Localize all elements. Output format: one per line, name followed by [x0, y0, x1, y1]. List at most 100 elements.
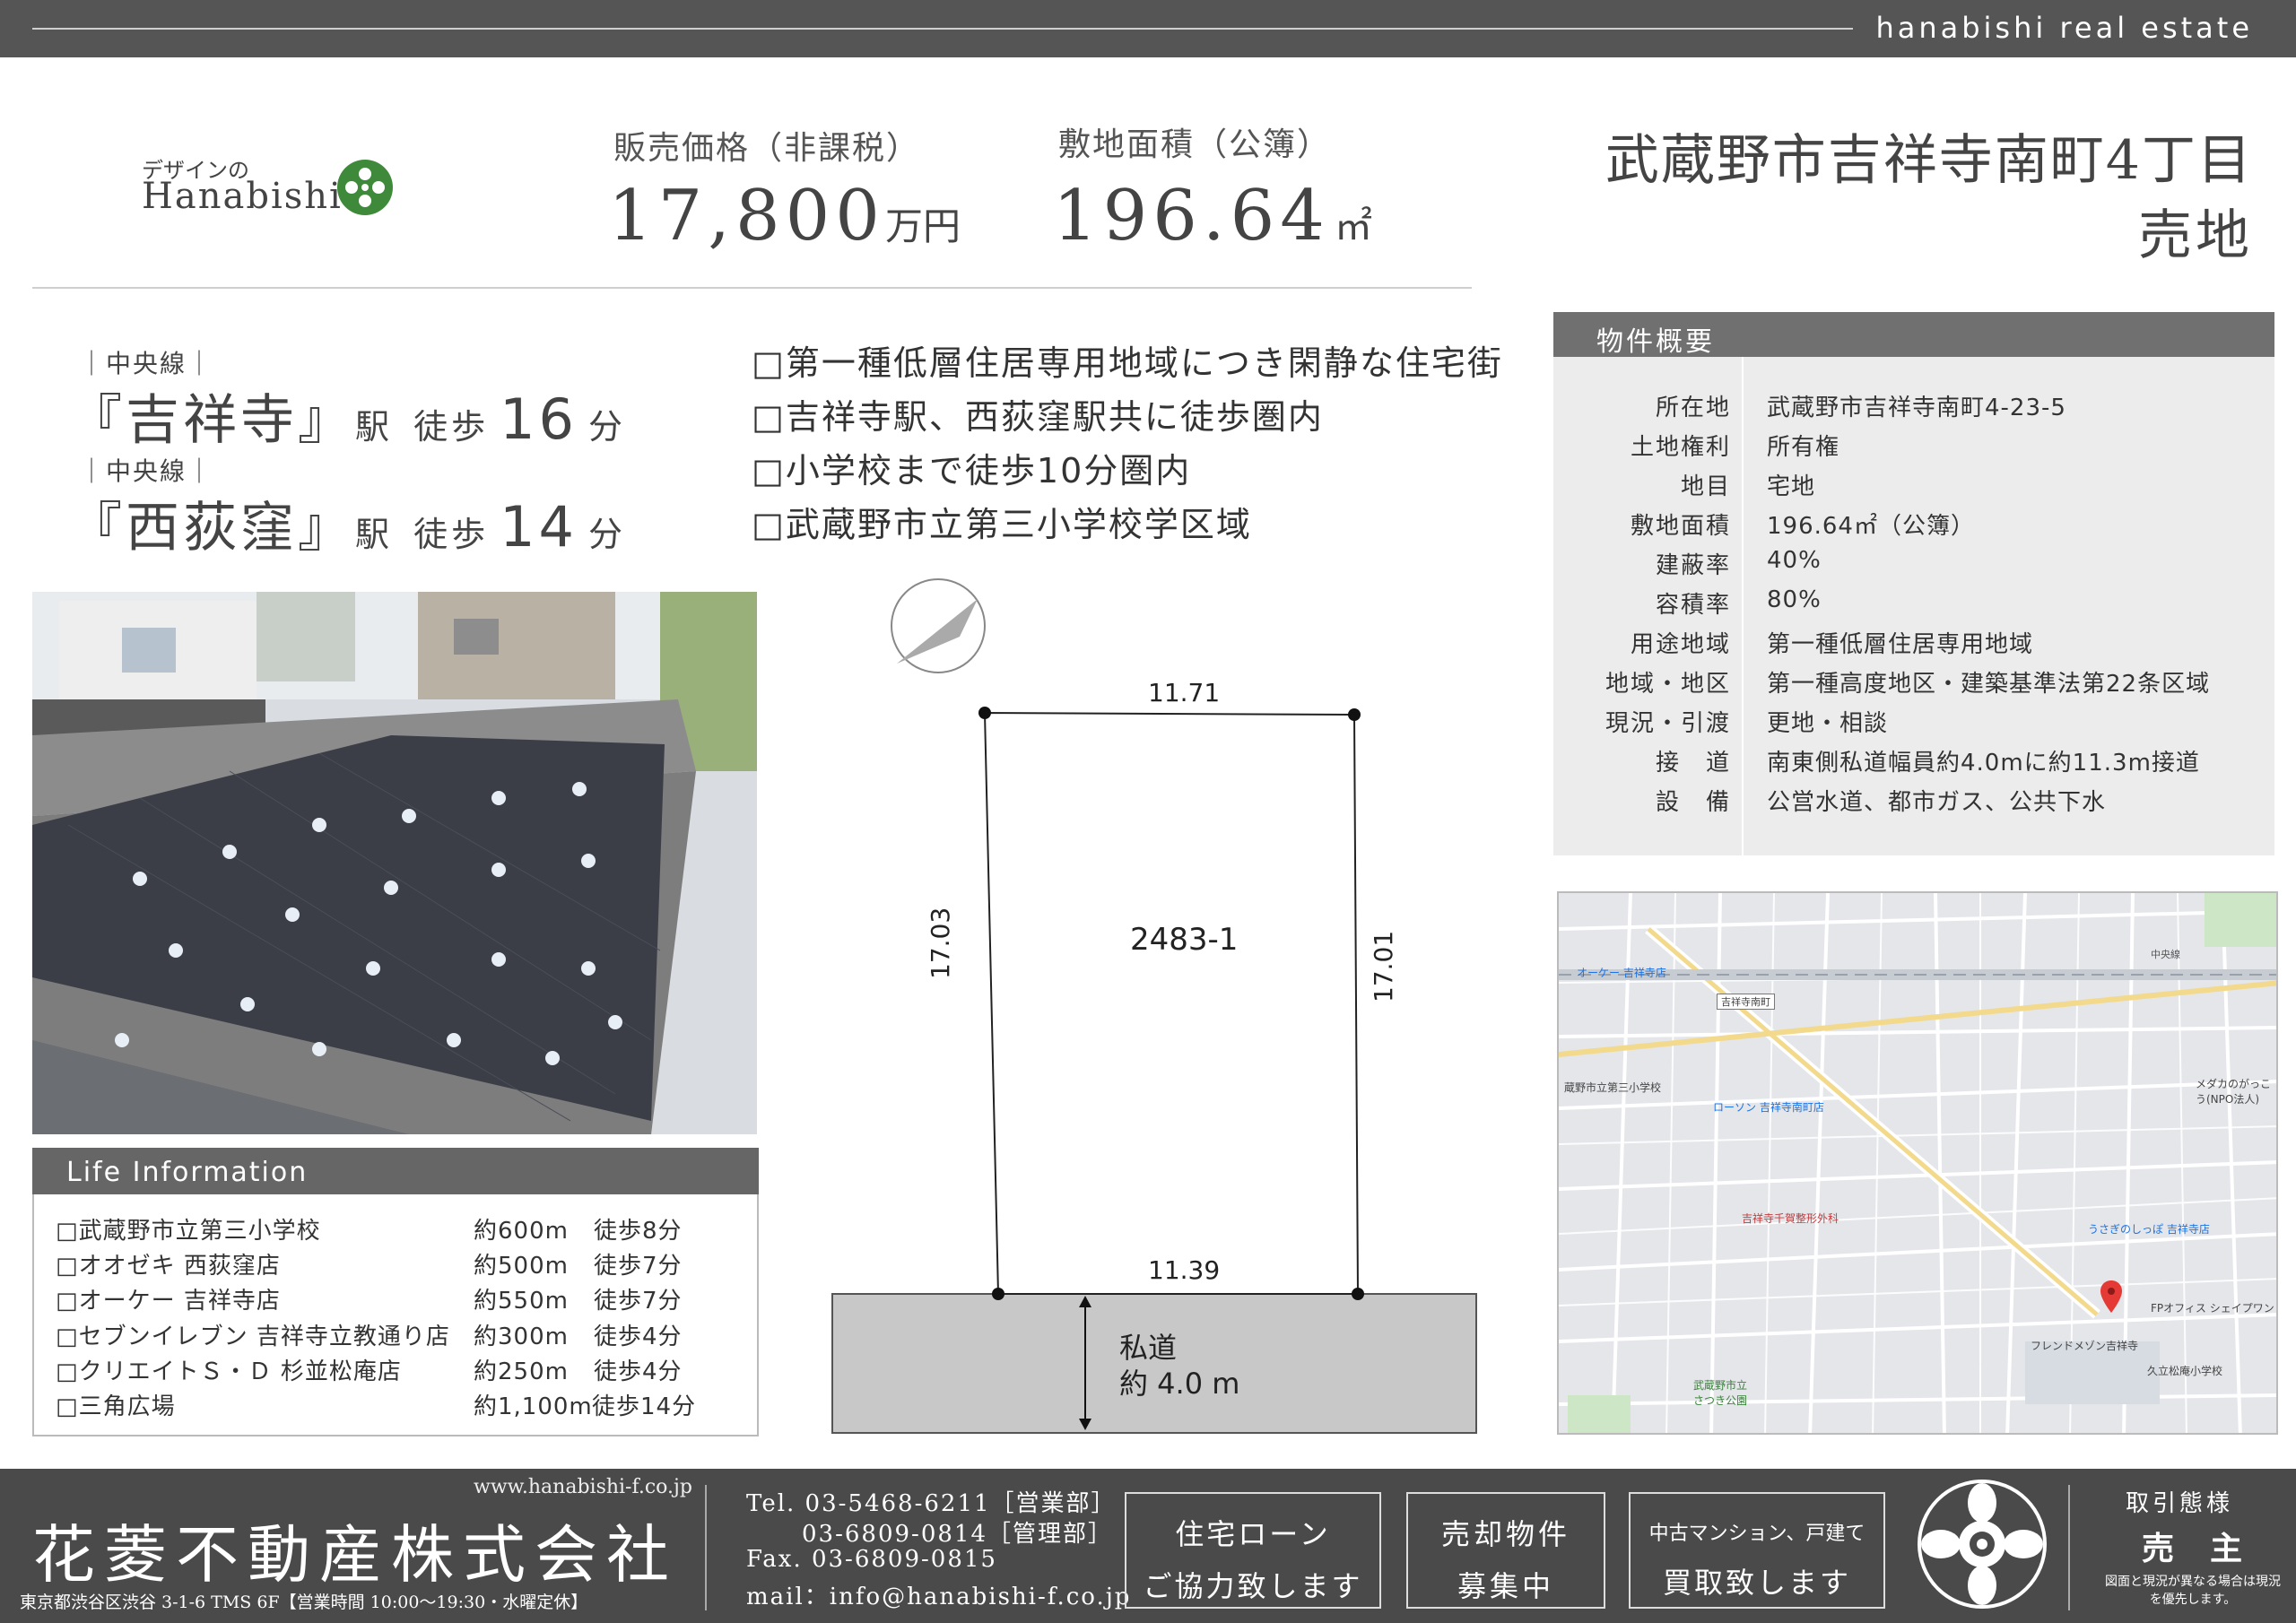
property-divider — [1742, 357, 1744, 855]
map-label-medaka: メダカのがっこう(NPO法人) — [2196, 1078, 2272, 1106]
property-row: 地目 宅地 — [1553, 468, 2274, 508]
map-label-school: 蔵野市立第三小学校 — [1564, 1081, 1662, 1094]
property-key: 建蔽率 — [1655, 552, 1731, 579]
property-value: 196.64㎡（公簿） — [1767, 513, 1975, 540]
property-row: 建蔽率 40% — [1553, 547, 2274, 586]
property-value: 80% — [1767, 586, 1822, 613]
property-value: 第一種高度地区・建築基準法第22条区域 — [1767, 671, 2211, 698]
feature-2: □吉祥寺駅、西荻窪駅共に徒歩圏内 — [752, 397, 1324, 437]
map-station-sign: 吉祥寺南町 — [1717, 994, 1775, 1010]
property-key: 地域・地区 — [1605, 671, 1731, 698]
loan-box-line1: 住宅ローン — [1175, 1517, 1331, 1551]
life-info-heading: Life Information — [32, 1148, 759, 1194]
area: 196.64 ㎡ — [1053, 176, 1372, 256]
property-row: 敷地面積 196.64㎡（公簿） — [1553, 508, 2274, 547]
sell-box-line1: 売却物件 — [1440, 1517, 1570, 1551]
price-value: 17,800 — [608, 176, 885, 256]
property-row: 地域・地区 第一種高度地区・建築基準法第22条区域 — [1553, 665, 2274, 705]
property-row: 土地権利 所有権 — [1553, 429, 2274, 468]
price-label: 販売価格（非課税） — [613, 130, 921, 167]
property-value: 第一種低層住居専用地域 — [1767, 631, 2034, 658]
property-value: 所有権 — [1767, 434, 1840, 461]
deal-value: 売 主 — [2142, 1531, 2245, 1567]
plot-left-edge: 17.03 — [926, 907, 955, 979]
area-label: 敷地面積（公簿） — [1058, 126, 1332, 163]
station-line-1: ｜中央線｜ — [79, 349, 214, 378]
plot-lot-number: 2483-1 — [1130, 922, 1239, 958]
life-item-walk: 徒歩7分 — [594, 1288, 683, 1315]
map-label-clinic: 吉祥寺千賀整形外科 — [1742, 1212, 1839, 1225]
header-rule — [32, 287, 1472, 289]
station-name-1: 『吉祥寺』 — [68, 389, 355, 452]
life-item-distance: 約300m — [474, 1324, 569, 1350]
life-item-name: □オーケー 吉祥寺店 — [56, 1288, 281, 1315]
page-title: 武蔵野市吉祥寺南町4丁目 — [1605, 129, 2253, 192]
map-pin-icon — [2100, 1280, 2122, 1313]
property-table: 所在地 武蔵野市吉祥寺南町4-23-5 土地権利 所有権 地目 宅地 敷地面積 196.… — [1553, 357, 2274, 855]
footer-divider-2 — [2068, 1485, 2070, 1610]
station-walk-1: 徒歩 — [413, 407, 490, 447]
station-fun-2: 分 — [588, 515, 627, 554]
station-eki-2: 駅 — [355, 515, 394, 554]
life-item-distance: 約550m — [474, 1288, 569, 1315]
property-key: 用途地域 — [1630, 631, 1731, 658]
property-key: 敷地面積 — [1630, 513, 1731, 540]
footer-tel2: 03-6809-0814［管理部］ — [802, 1521, 1113, 1548]
logo-name: Hanabishi — [142, 176, 343, 217]
life-item-walk: 徒歩7分 — [594, 1253, 683, 1280]
map-label-chuo: 中央線 — [2151, 949, 2180, 960]
buy-box: 中古マンション、戸建て 買取致します — [1629, 1492, 1885, 1609]
station-line-2: ｜中央線｜ — [79, 456, 214, 486]
life-info-list: □武蔵野市立第三小学校 約600m 徒歩8分 □オオゼキ 西荻窪店 約500m … — [32, 1194, 759, 1436]
property-row: 用途地域 第一種低層住居専用地域 — [1553, 626, 2274, 665]
top-bar-rule — [32, 28, 1853, 30]
footer: www.hanabishi-f.co.jp 花菱不動産株式会社 東京都渋谷区渋谷… — [0, 1469, 2296, 1623]
property-key: 容積率 — [1655, 592, 1731, 619]
area-value: 196.64 — [1053, 176, 1330, 256]
price-unit: 万円 — [884, 204, 961, 248]
map-label-usagi: うさぎのしっぽ 吉祥寺店 — [2088, 1223, 2210, 1236]
life-item-name: □三角広場 — [56, 1393, 176, 1420]
property-key: 地目 — [1680, 473, 1731, 500]
sell-box: 売却物件 募集中 — [1406, 1492, 1605, 1609]
life-item-name: □オオゼキ 西荻窪店 — [56, 1253, 281, 1280]
life-item-distance: 約500m — [474, 1253, 569, 1280]
map-label-lawson: ローソン 吉祥寺南町店 — [1713, 1101, 1824, 1114]
hanabishi-crest-icon — [1918, 1480, 2047, 1609]
property-row: 接 道 南東側私道幅員約4.0mに約11.3m接道 — [1553, 744, 2274, 784]
plot-top-edge: 11.71 — [1148, 678, 1221, 707]
sell-box-line2: 募集中 — [1457, 1569, 1554, 1603]
north-arrow-icon — [891, 578, 986, 673]
station-minutes-2: 14 — [500, 494, 578, 560]
map-label-park: 武蔵野市立 さつき公園 — [1693, 1379, 1748, 1407]
footer-company: 花菱不動産株式会社 — [32, 1518, 678, 1592]
station-walk-2: 徒歩 — [413, 515, 490, 554]
site-photo — [32, 592, 757, 1134]
station-eki-1: 駅 — [355, 407, 394, 447]
map-streets — [1559, 893, 2276, 1433]
map-label-kodai: 久立松庵小学校 — [2147, 1365, 2223, 1377]
map-label-fp: FPオフィス シェイプワン — [2151, 1302, 2274, 1315]
footer-url[interactable]: www.hanabishi-f.co.jp — [474, 1476, 692, 1498]
area-map[interactable]: オーケー 吉祥寺店 蔵野市立第三小学校 ローソン 吉祥寺南町店 メダカのがっこう… — [1557, 891, 2278, 1435]
station-minutes-1: 16 — [500, 386, 578, 452]
feature-4: □武蔵野市立第三小学校学区域 — [752, 505, 1252, 544]
loan-box-line2: ご協力致します — [1143, 1569, 1363, 1603]
footer-mail[interactable]: mail：info@hanabishi-f.co.jp — [746, 1578, 1131, 1611]
property-value: 更地・相談 — [1767, 710, 1889, 737]
deal-label: 取引態様 — [2126, 1490, 2234, 1517]
price: 17,800万円 — [608, 176, 961, 256]
property-value: 南東側私道幅員約4.0mに約11.3m接道 — [1767, 750, 2200, 777]
life-item-name: □クリエイトＳ・Ｄ 杉並松庵店 — [56, 1358, 402, 1385]
property-row: 容積率 80% — [1553, 586, 2274, 626]
footer-note: 図面と現況が異なる場合は現況を優先します。 — [2105, 1575, 2281, 1607]
property-row: 所在地 武蔵野市吉祥寺南町4-23-5 — [1553, 389, 2274, 429]
feature-3: □小学校まで徒歩10分圏内 — [752, 451, 1192, 490]
life-item-distance: 約250m — [474, 1358, 569, 1385]
hanabishi-logo-icon — [337, 160, 393, 215]
footer-divider — [705, 1485, 707, 1610]
buy-box-line1: 中古マンション、戸建て — [1648, 1523, 1866, 1545]
property-row: 現況・引渡 更地・相談 — [1553, 705, 2274, 744]
road-width: 約 4.0 m — [1119, 1367, 1240, 1401]
page-subtitle: 売地 — [2138, 204, 2253, 267]
